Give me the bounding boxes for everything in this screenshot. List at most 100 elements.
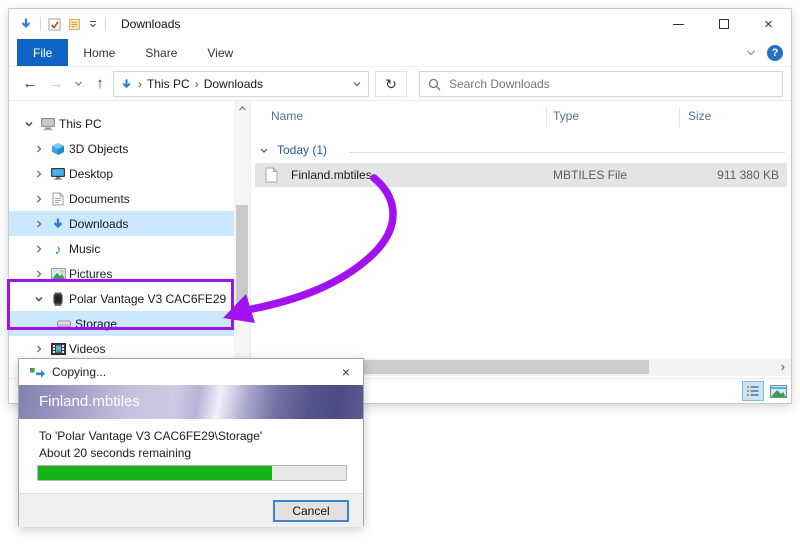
thumbnails-view-button[interactable] (767, 381, 789, 401)
sidebar-item-downloads[interactable]: Downloads (9, 211, 234, 236)
documents-icon (47, 192, 69, 206)
dialog-close-button[interactable]: × (329, 359, 363, 385)
downloads-folder-icon[interactable] (19, 17, 33, 31)
chevron-right-icon[interactable] (31, 144, 47, 154)
copy-progress-fill (38, 466, 272, 480)
file-row-finland-mbtiles[interactable]: Finland.mbtiles MBTILES File 911 380 KB (255, 163, 787, 187)
address-box[interactable]: › This PC › Downloads (113, 71, 369, 97)
chevron-right-icon[interactable] (31, 169, 47, 179)
sidebar-item-music[interactable]: ♪ Music (9, 236, 234, 261)
window-controls: × (656, 9, 791, 39)
maximize-button[interactable] (701, 9, 746, 39)
forward-button[interactable]: → (43, 71, 69, 97)
file-size: 911 380 KB (717, 168, 779, 182)
chevron-down-icon (74, 79, 83, 88)
scrollbar-thumb[interactable] (236, 205, 248, 309)
column-headers: Name Type Size (251, 103, 791, 131)
group-header-today[interactable]: Today (1) (251, 141, 791, 161)
up-button[interactable]: ↑ (87, 71, 113, 97)
sidebar-item-label: Storage (75, 317, 117, 331)
column-header-type[interactable]: Type (553, 109, 579, 123)
maximize-icon (719, 19, 729, 29)
sidebar-item-label: Desktop (69, 167, 113, 181)
copy-destination: To 'Polar Vantage V3 CAC6FE29\Storage' (39, 429, 262, 443)
refresh-icon: ↻ (385, 76, 397, 93)
details-view-button[interactable] (742, 381, 764, 401)
separator (105, 17, 106, 31)
tab-view[interactable]: View (192, 39, 248, 66)
chevron-down-icon[interactable] (259, 146, 269, 156)
sidebar-item-storage[interactable]: Storage (9, 311, 234, 336)
sidebar-scrollbar[interactable] (234, 101, 250, 378)
back-button[interactable]: ← (17, 71, 43, 97)
cancel-button[interactable]: Cancel (273, 500, 349, 522)
minimize-icon (673, 24, 684, 25)
dialog-banner: Finland.mbtiles (19, 385, 363, 419)
sidebar-item-pictures[interactable]: Pictures (9, 261, 234, 286)
breadcrumb-this-pc[interactable]: This PC (147, 77, 190, 91)
column-separator[interactable] (679, 107, 680, 127)
refresh-button[interactable]: ↻ (375, 71, 407, 97)
3d-objects-icon (47, 142, 69, 156)
chevron-right-icon[interactable] (31, 219, 47, 229)
copying-filename: Finland.mbtiles (39, 393, 140, 410)
sidebar-item-this-pc[interactable]: This PC (9, 111, 234, 136)
sidebar-item-3d-objects[interactable]: 3D Objects (9, 136, 234, 161)
screen: Downloads × File Home Share View ? ← → (0, 0, 800, 544)
column-separator[interactable] (546, 107, 547, 127)
search-box[interactable] (419, 71, 783, 97)
chevron-right-icon[interactable] (31, 344, 47, 354)
back-icon: ← (23, 76, 38, 91)
dialog-title-bar: Copying... × (19, 359, 363, 385)
close-icon: × (342, 364, 350, 380)
breadcrumb-separator: › (138, 77, 142, 91)
search-input[interactable] (449, 77, 774, 91)
address-dropdown-icon[interactable] (352, 79, 362, 89)
tab-home[interactable]: Home (68, 39, 130, 66)
window-title: Downloads (121, 17, 180, 31)
chevron-down-icon[interactable] (21, 119, 37, 129)
thumbnails-view-icon (770, 385, 787, 398)
ribbon-tabs: File Home Share View (9, 39, 791, 67)
column-header-name[interactable]: Name (271, 109, 303, 123)
chevron-right-icon[interactable] (31, 244, 47, 254)
properties-icon[interactable] (48, 18, 61, 31)
copy-dialog: Copying... × Finland.mbtiles To 'Polar V… (18, 358, 364, 526)
expand-ribbon-icon[interactable] (745, 47, 757, 59)
scroll-up-icon[interactable] (234, 101, 250, 115)
file-name: Finland.mbtiles (291, 168, 372, 182)
qat-dropdown-icon[interactable] (88, 19, 98, 29)
group-label: Today (1) (277, 143, 327, 157)
ribbon-right-controls: ? (745, 39, 783, 67)
dialog-title: Copying... (52, 365, 106, 379)
chevron-down-icon[interactable] (31, 294, 47, 304)
scroll-right-icon[interactable]: › (781, 359, 785, 374)
new-folder-icon[interactable] (68, 18, 81, 31)
chevron-right-icon[interactable] (31, 269, 47, 279)
sidebar-item-label: Polar Vantage V3 CAC6FE29 (69, 292, 226, 306)
sidebar-item-label: This PC (59, 117, 102, 131)
close-button[interactable]: × (746, 9, 791, 39)
help-button[interactable]: ? (767, 45, 783, 61)
sidebar-item-polar-vantage[interactable]: Polar Vantage V3 CAC6FE29 (9, 286, 234, 311)
downloads-folder-icon (120, 78, 133, 91)
music-icon: ♪ (47, 242, 69, 256)
sidebar-item-label: Documents (69, 192, 130, 206)
sidebar-item-desktop[interactable]: Desktop (9, 161, 234, 186)
videos-icon (47, 343, 69, 355)
recent-locations-button[interactable] (69, 71, 87, 97)
sidebar-item-label: Music (69, 242, 100, 256)
breadcrumb-downloads[interactable]: Downloads (204, 77, 263, 91)
sidebar-item-label: Pictures (69, 267, 112, 281)
file-type: MBTILES File (553, 168, 627, 182)
tab-file[interactable]: File (17, 39, 68, 66)
sidebar-item-label: Downloads (69, 217, 128, 231)
tab-share[interactable]: Share (130, 39, 192, 66)
storage-drive-icon (53, 320, 75, 328)
address-bar-row: ← → ↑ › This PC › Downloads ↻ (9, 67, 791, 101)
column-header-size[interactable]: Size (688, 109, 711, 123)
minimize-button[interactable] (656, 9, 701, 39)
chevron-right-icon[interactable] (31, 194, 47, 204)
details-view-icon (746, 385, 760, 397)
sidebar-item-documents[interactable]: Documents (9, 186, 234, 211)
